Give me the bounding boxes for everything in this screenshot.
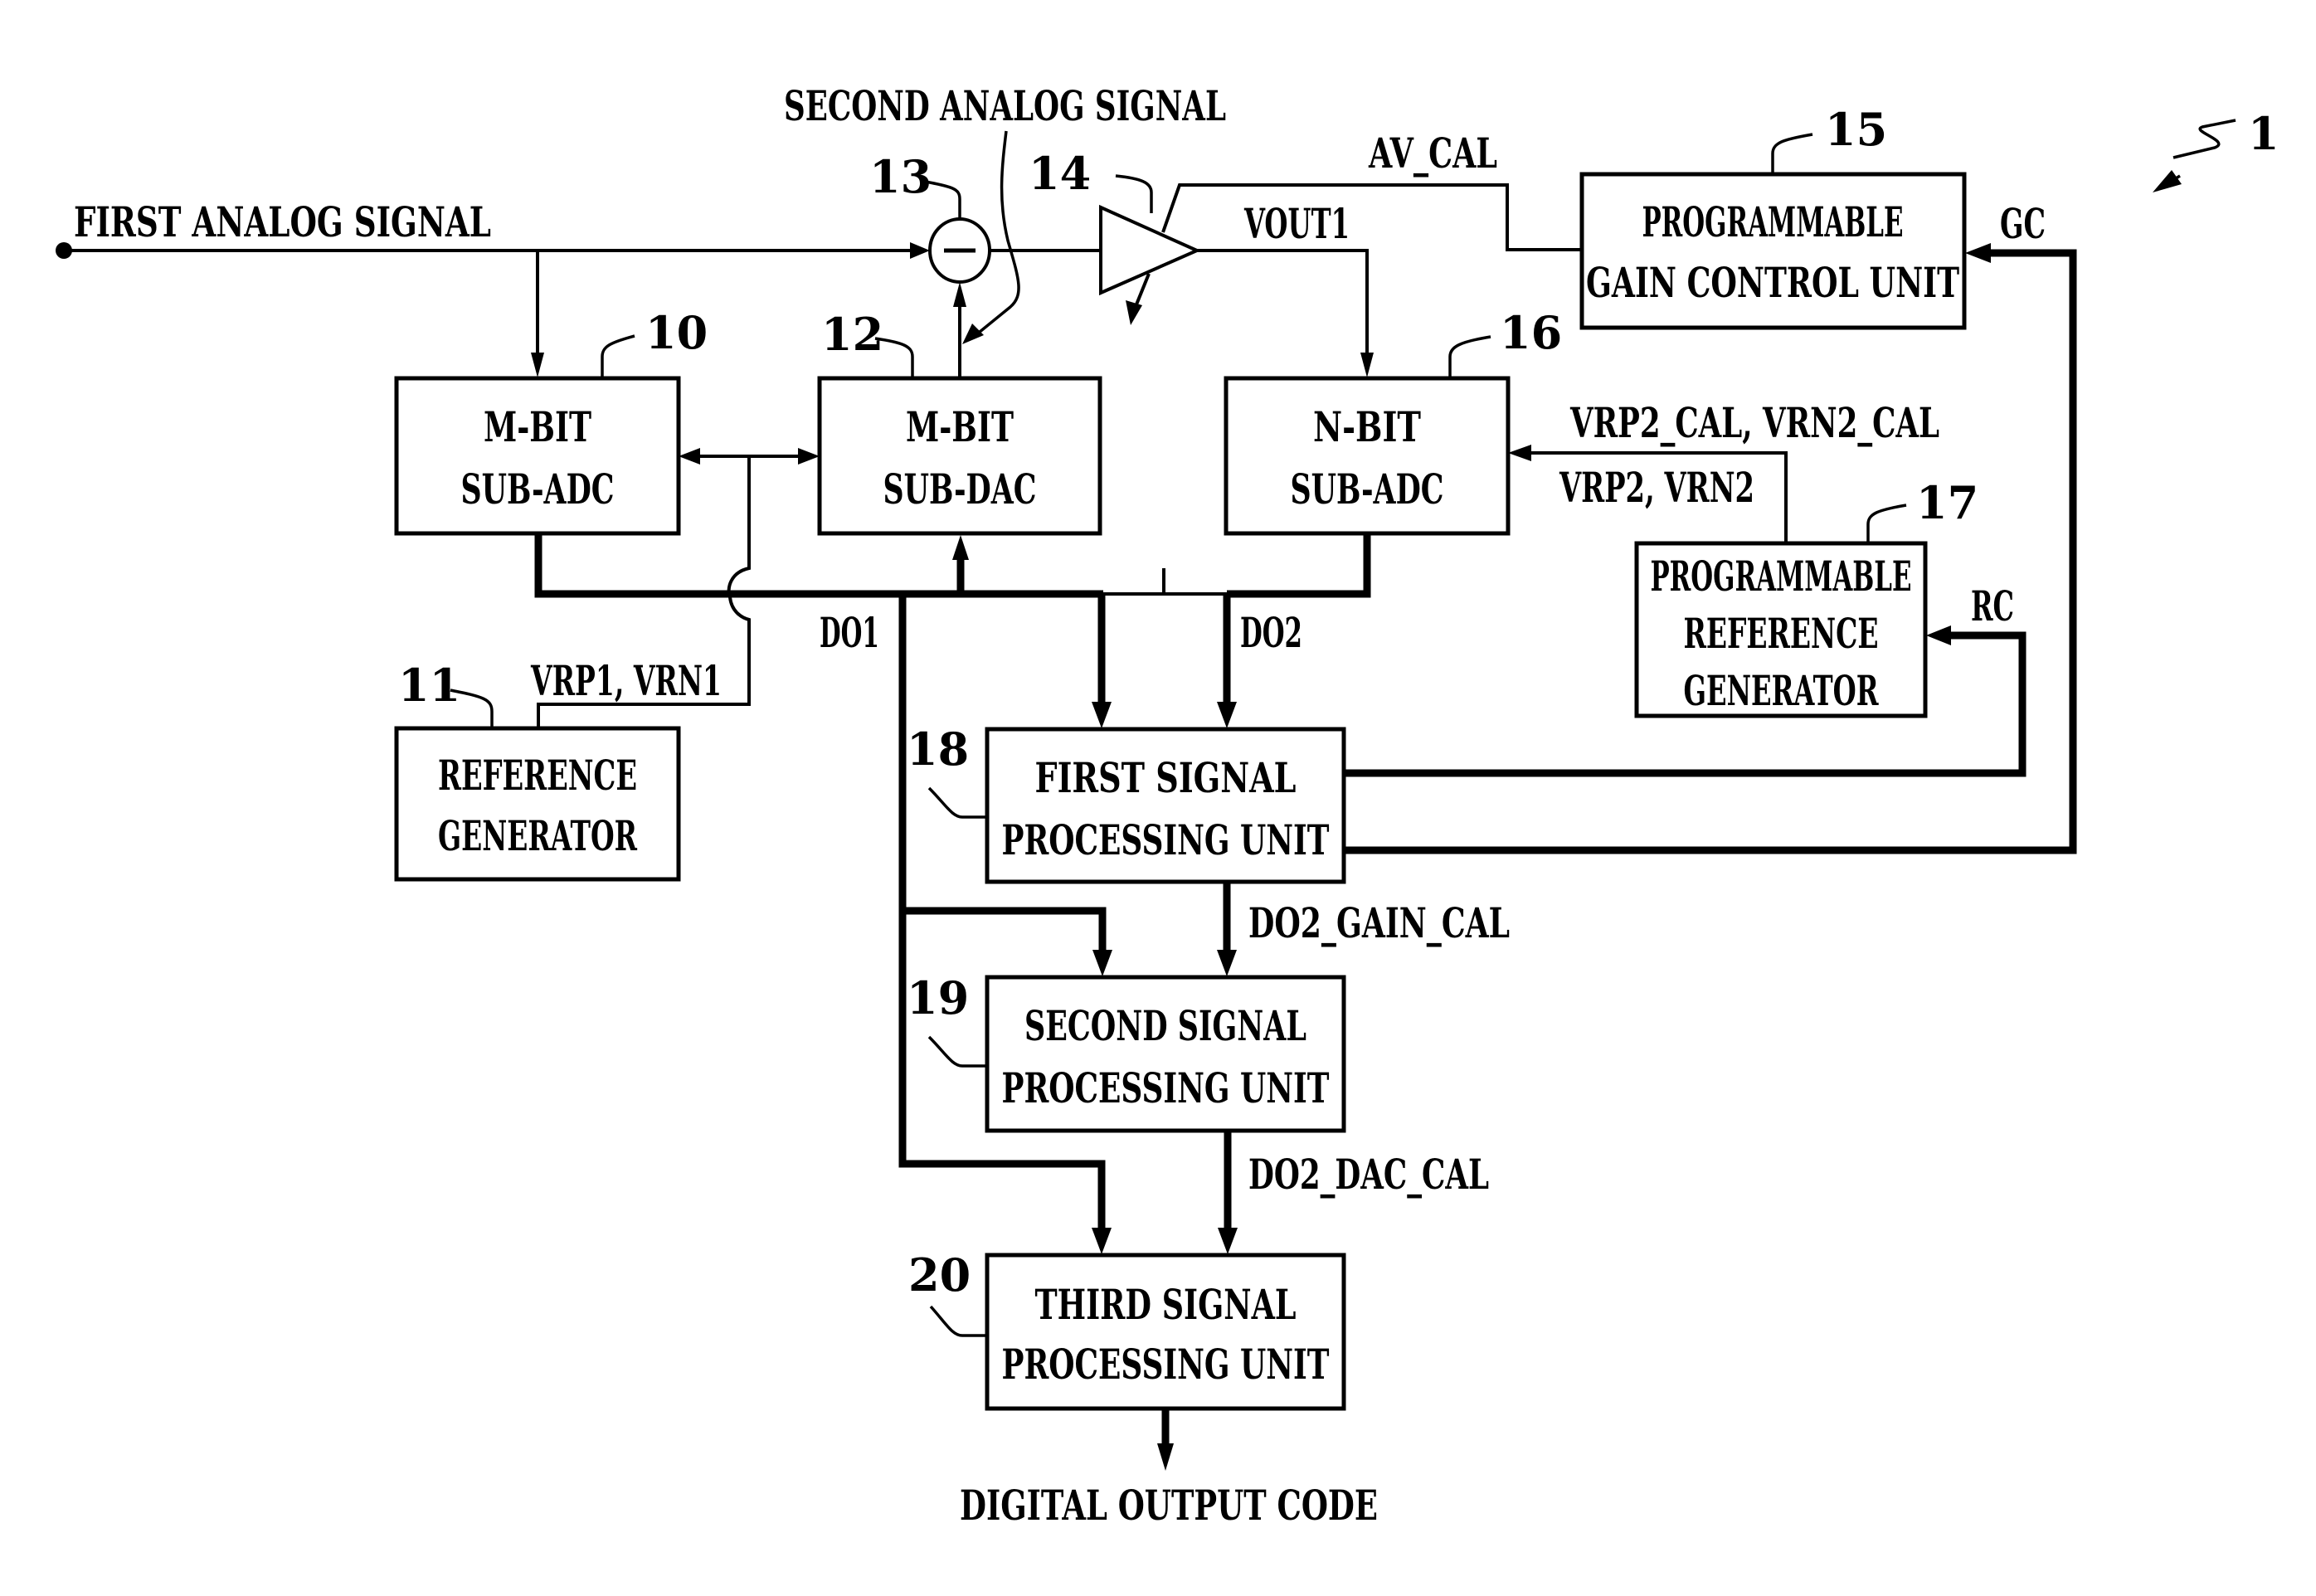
subtractor-ref-label: 13 <box>869 150 932 203</box>
m-bit-sub-adc-ref-label: 10 <box>645 306 708 359</box>
gc-label: GC <box>2000 199 2046 248</box>
vout1-line: VOUT1 <box>1197 199 1374 377</box>
digital-output-code-label: DIGITAL OUTPUT CODE <box>960 1481 1378 1530</box>
n-bit-sub-adc: N-BIT SUB-ADC 16 <box>1224 306 1562 536</box>
prg-ref-label: 17 <box>1916 476 1978 529</box>
tspu-line2: PROCESSING UNIT <box>1002 1340 1330 1389</box>
fspu-ref-label: 18 <box>907 723 969 776</box>
do2-gain-cal-label: DO2_GAIN_CAL <box>1248 898 1510 947</box>
pgcu-ref-label: 15 <box>1825 103 1887 156</box>
m-bit-sub-dac-line2: SUB-DAC <box>883 465 1037 513</box>
vrp2-vrn2-line: VRP2_CAL, VRN2_CAL VRP2, VRN2 <box>1508 398 1939 543</box>
do2-dac-cal-line: DO2_DAC_CAL <box>1218 1131 1489 1254</box>
fspu-line2: PROCESSING UNIT <box>1002 815 1330 864</box>
pgcu-line1: PROGRAMMABLE <box>1642 197 1904 246</box>
amplifier-ref-label: 14 <box>1029 147 1091 200</box>
rc-label: RC <box>1971 581 2014 630</box>
reference-generator-line1: REFERENCE <box>438 751 637 800</box>
first-signal-processing-unit: FIRST SIGNAL PROCESSING UNIT 18 <box>907 723 1346 884</box>
n-bit-sub-adc-line1: N-BIT <box>1313 402 1421 451</box>
tspu-line1: THIRD SIGNAL <box>1035 1280 1297 1329</box>
second-analog-signal-label: SECOND ANALOG SIGNAL <box>784 81 1226 130</box>
programmable-reference-generator: PROGRAMMABLE REFERENCE GENERATOR 17 <box>1634 476 1978 718</box>
m-bit-sub-adc-line1: M-BIT <box>484 402 591 451</box>
digital-output: DIGITAL OUTPUT CODE <box>960 1409 1378 1530</box>
vrp1-vrn1-label: VRP1, VRN1 <box>530 656 722 705</box>
reference-generator-ref-label: 11 <box>398 659 460 712</box>
m-bit-sub-dac: M-BIT SUB-DAC 12 <box>817 282 1102 536</box>
vrp2-vrn2-label: VRP2, VRN2 <box>1559 463 1754 512</box>
gain-adjust-arrow <box>1126 300 1142 325</box>
first-analog-signal-line: FIRST ANALOG SIGNAL <box>56 197 930 377</box>
sspu-ref-label: 19 <box>907 971 969 1024</box>
programmable-gain-control-unit: PROGRAMMABLE GAIN CONTROL UNIT 15 <box>1579 103 1967 330</box>
second-analog-signal: SECOND ANALOG SIGNAL <box>784 81 1226 344</box>
prg-line1: PROGRAMMABLE <box>1651 552 1912 601</box>
second-signal-processing-unit: SECOND SIGNAL PROCESSING UNIT 19 <box>907 971 1346 1133</box>
adc-block-diagram: 1 FIRST ANALOG SIGNAL 13 SECOND ANALOG S… <box>56 81 2280 1530</box>
tspu-ref-label: 20 <box>908 1248 971 1302</box>
system-reference: 1 <box>2153 107 2280 192</box>
m-bit-sub-dac-line1: M-BIT <box>906 402 1014 451</box>
m-bit-sub-adc: M-BIT SUB-ADC 10 <box>394 306 708 536</box>
first-analog-signal-label: FIRST ANALOG SIGNAL <box>74 197 491 246</box>
m-bit-sub-adc-line2: SUB-ADC <box>461 465 615 513</box>
pgcu-line2: GAIN CONTROL UNIT <box>1586 258 1959 307</box>
do1-label: DO1 <box>820 608 879 657</box>
system-ref-label: 1 <box>2248 107 2280 160</box>
do2-dac-cal-label: DO2_DAC_CAL <box>1248 1150 1489 1199</box>
fspu-line1: FIRST SIGNAL <box>1035 753 1297 802</box>
n-bit-sub-adc-line2: SUB-ADC <box>1291 465 1444 513</box>
reference-generator: REFERENCE GENERATOR 11 VRP1, VRN1 <box>394 656 722 882</box>
prg-line3: GENERATOR <box>1684 666 1879 715</box>
n-bit-sub-adc-ref-label: 16 <box>1500 306 1562 359</box>
av-cal-line: AV_CAL <box>1161 129 1582 251</box>
reference-generator-line2: GENERATOR <box>438 811 637 860</box>
vrp2-cal-vrn2-cal-label: VRP2_CAL, VRN2_CAL <box>1569 398 1939 447</box>
do2-gain-cal-line: DO2_GAIN_CAL <box>1217 882 1510 976</box>
m-bit-sub-dac-ref-label: 12 <box>821 308 883 361</box>
prg-line2: REFERENCE <box>1684 609 1879 658</box>
av-cal-label: AV_CAL <box>1368 129 1497 178</box>
digital-bus: DO1 DO2 <box>534 533 1371 1254</box>
third-signal-processing-unit: THIRD SIGNAL PROCESSING UNIT 20 <box>908 1248 1346 1411</box>
subtractor-13: 13 <box>869 150 991 284</box>
do2-label: DO2 <box>1240 608 1302 657</box>
sspu-line2: PROCESSING UNIT <box>1002 1063 1330 1112</box>
vout1-label: VOUT1 <box>1243 199 1350 248</box>
amplifier-14: 14 <box>1029 147 1201 325</box>
sspu-line1: SECOND SIGNAL <box>1024 1001 1306 1050</box>
